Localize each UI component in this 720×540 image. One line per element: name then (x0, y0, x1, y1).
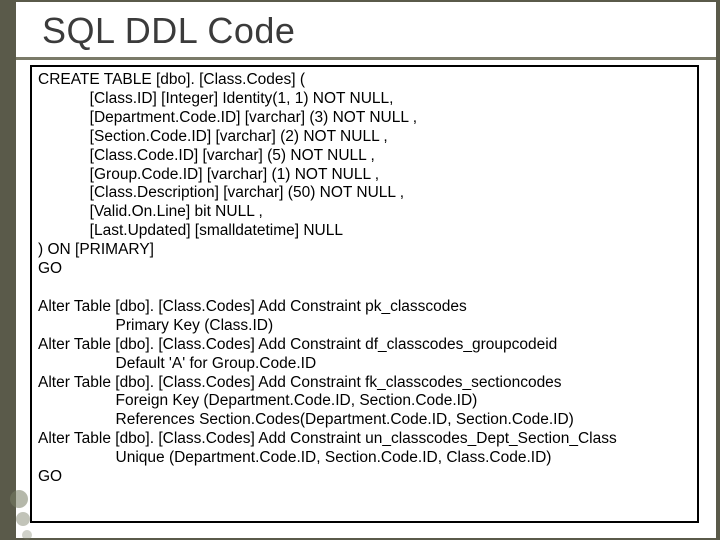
code-block-2: Alter Table [dbo]. [Class.Codes] Add Con… (38, 298, 617, 485)
title-rule (16, 57, 716, 60)
slide-header: SQL DDL Code (16, 2, 716, 58)
code-box: CREATE TABLE [dbo]. [Class.Codes] ( [Cla… (30, 65, 699, 523)
slide-title: SQL DDL Code (42, 10, 716, 52)
code-block-1: CREATE TABLE [dbo]. [Class.Codes] ( [Cla… (38, 71, 417, 277)
slide: SQL DDL Code CREATE TABLE [dbo]. [Class.… (16, 2, 716, 538)
